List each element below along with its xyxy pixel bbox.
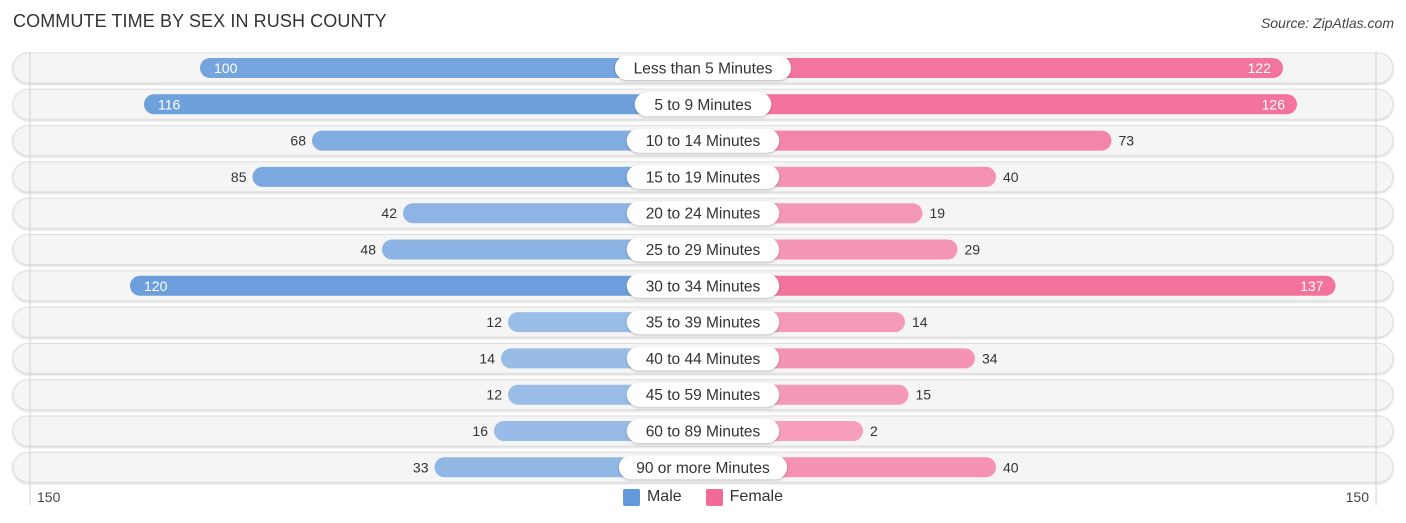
value-label-female: 19 [930,205,946,221]
value-label-male: 12 [486,314,502,330]
legend-label-female: Female [729,488,784,505]
value-label-female: 14 [912,314,928,330]
value-label-female: 137 [1300,278,1324,294]
legend: Male Female [0,488,1406,506]
value-label-female: 122 [1248,60,1272,76]
category-label: 45 to 59 Minutes [646,387,761,404]
value-label-female: 34 [982,350,998,366]
value-label-male: 116 [158,96,181,112]
category-label: 5 to 9 Minutes [654,97,752,114]
legend-swatch-male [622,488,640,506]
value-label-female: 73 [1119,133,1135,149]
bar-male[interactable] [130,275,703,296]
value-label-male: 100 [214,60,238,76]
value-label-male: 68 [290,133,306,149]
value-label-female: 15 [916,387,932,403]
value-label-male: 14 [479,350,495,366]
value-label-male: 85 [231,169,247,185]
bar-female[interactable] [703,94,1297,115]
legend-item-female[interactable]: Female [705,488,784,506]
category-label: 35 to 39 Minutes [646,315,761,332]
rows-layer [12,52,1394,483]
legend-swatch-female [705,488,723,506]
bar-female[interactable] [703,275,1336,296]
value-label-male: 42 [381,205,397,221]
legend-label-male: Male [646,488,682,505]
category-label: Less than 5 Minutes [634,61,773,78]
category-label: 40 to 44 Minutes [646,351,761,368]
category-label: 90 or more Minutes [636,460,770,477]
value-label-male: 33 [413,459,429,475]
value-label-female: 40 [1003,459,1019,475]
bars-layer [130,58,1336,478]
category-label: 10 to 14 Minutes [646,133,761,150]
value-label-male: 120 [144,278,168,294]
value-label-female: 29 [965,242,981,258]
value-label-female: 126 [1262,96,1286,112]
category-label: 30 to 34 Minutes [646,278,761,295]
value-label-female: 2 [870,423,878,439]
category-label: 60 to 89 Minutes [646,424,761,441]
category-label: 20 to 24 Minutes [646,206,761,223]
value-label-male: 16 [472,423,488,439]
category-label: 25 to 29 Minutes [646,242,761,259]
bar-male[interactable] [144,94,703,115]
value-label-male: 48 [360,242,376,258]
legend-item-male[interactable]: Male [622,488,682,506]
category-label: 15 to 19 Minutes [646,169,761,186]
value-label-female: 40 [1003,169,1019,185]
chart-canvas: Less than 5 Minutes100 1225 to 9 Minutes1… [12,52,1394,505]
value-label-male: 12 [486,387,502,403]
